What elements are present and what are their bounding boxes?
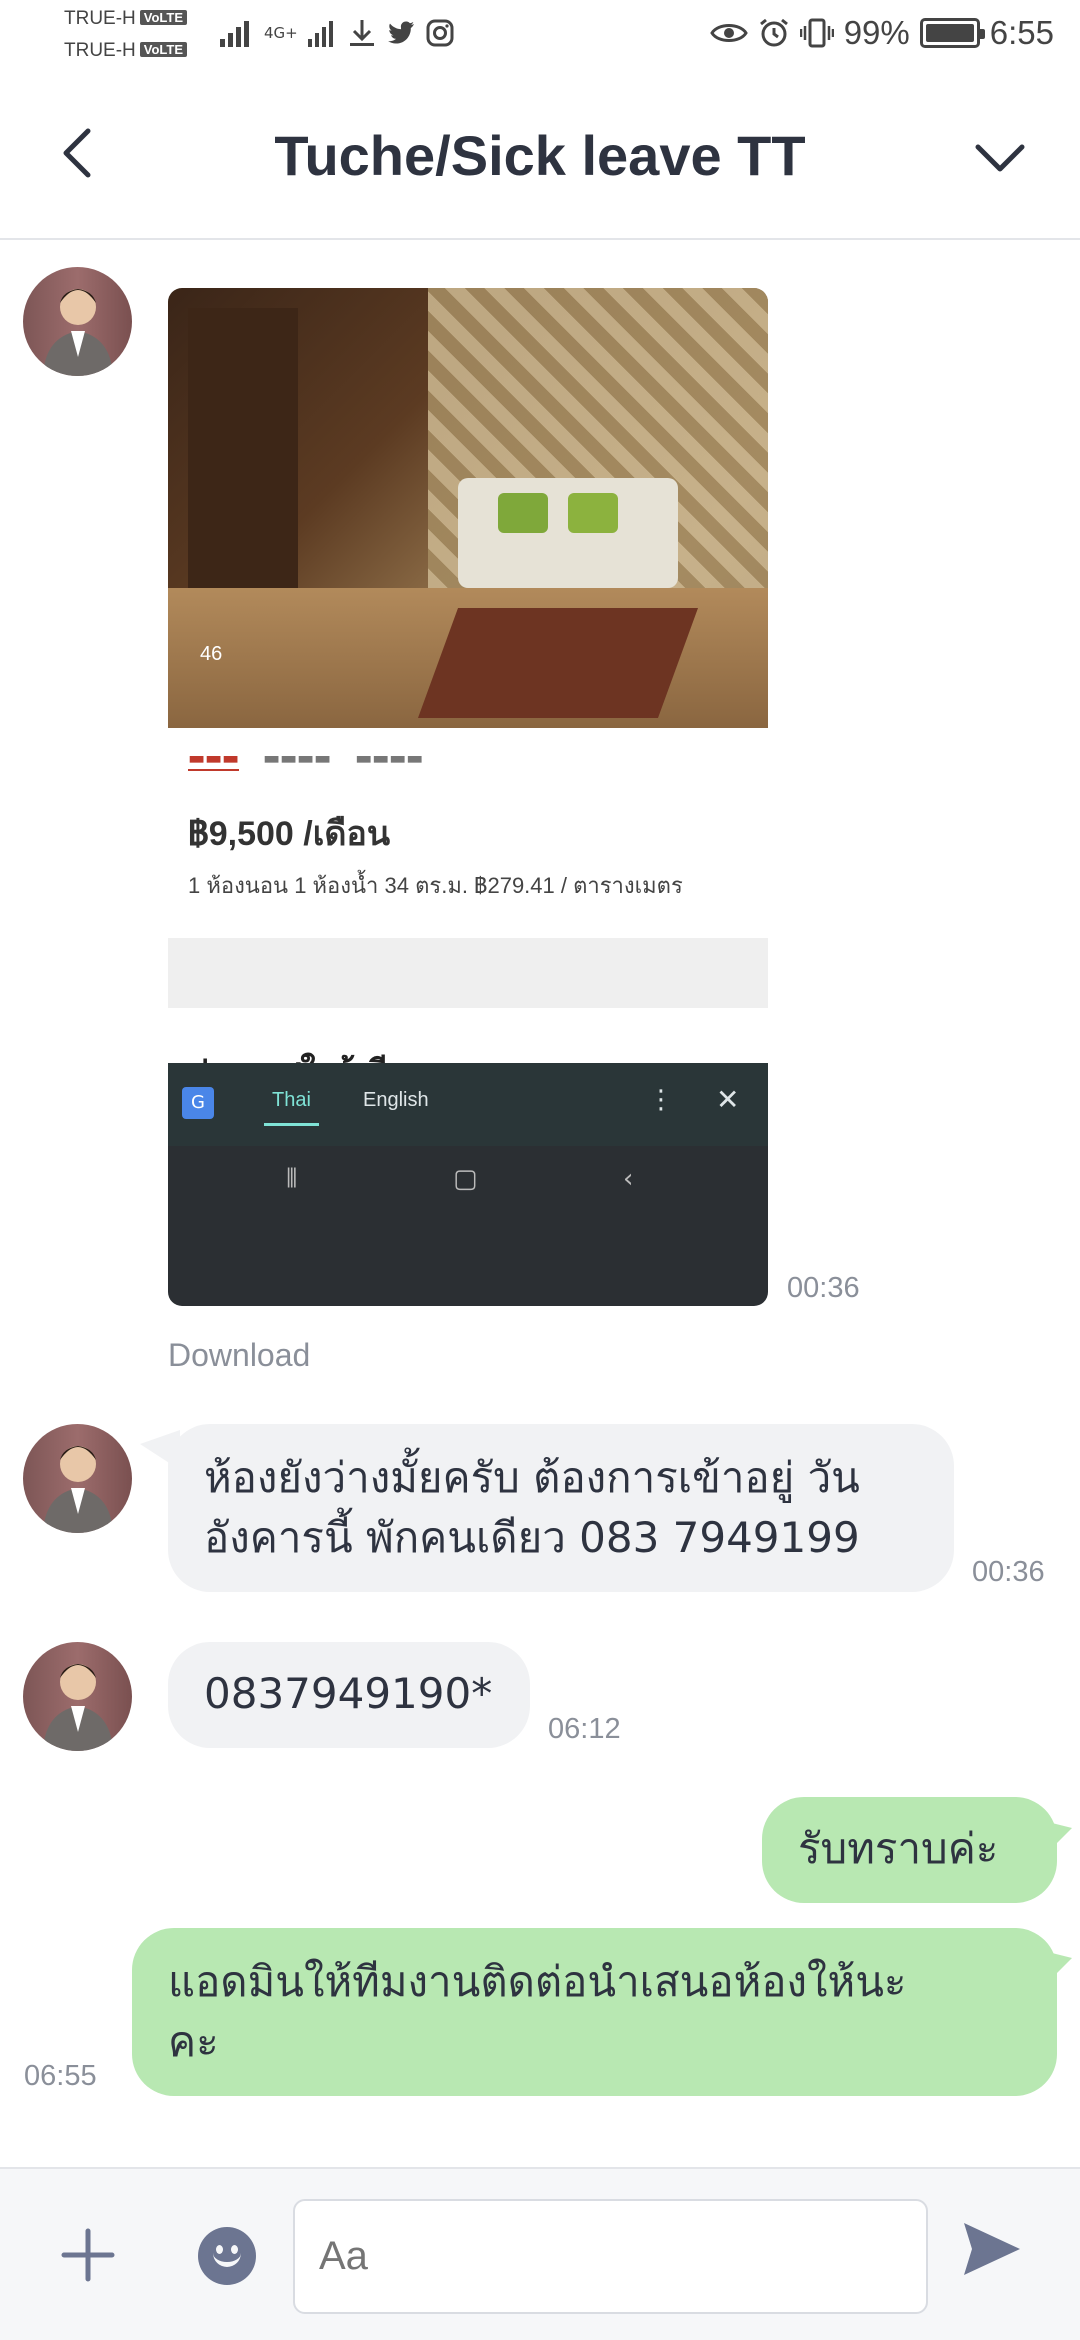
network-type: 4G+ — [264, 24, 298, 42]
message-text-line: แอดมินให้ทีมงานติดต่อนำเสนอห้องให้นะ — [168, 1957, 907, 2006]
message-text-line: ห้องยังว่างมั้ยครับ ต้องการเข้าอยู่ วัน — [204, 1453, 860, 1502]
carrier-1-label: TRUE-H — [64, 8, 136, 29]
volte-badge-2: VoLTE — [139, 42, 188, 57]
sender-avatar[interactable] — [23, 1642, 132, 1751]
back-icon: ‹ — [623, 1164, 634, 1194]
image-message[interactable]: 46 ▬▬▬ ▬▬▬▬ ▬▬▬▬ ฿9,500 /เดือน 1 ห้องนอน… — [168, 288, 768, 1306]
battery-fill — [925, 24, 974, 42]
listing-tab-active: ▬▬▬ — [188, 748, 240, 771]
message-input[interactable] — [293, 2199, 928, 2314]
photo-door — [188, 308, 298, 608]
sender-avatar[interactable] — [23, 267, 132, 376]
message-text-line: อังคารนี้ พักคนเดียว 083 7949199 — [204, 1513, 860, 1562]
translate-icon: G — [182, 1087, 214, 1119]
message-time: 00:36 — [972, 1556, 1045, 1588]
recents-icon: ⦀ — [286, 1164, 298, 1194]
more-icon: ⋮ — [648, 1085, 674, 1115]
message-text: รับทราบค่ะ — [798, 1824, 999, 1873]
eye-icon — [709, 24, 748, 42]
chat-header: Tuche/Sick leave TT — [0, 75, 1080, 240]
incoming-message-bubble[interactable]: 0837949190* — [168, 1642, 530, 1748]
volte-badge: VoLTE — [139, 10, 188, 25]
outgoing-message-bubble[interactable]: รับทราบค่ะ — [762, 1797, 1057, 1903]
attach-button[interactable] — [60, 2227, 116, 2283]
alarm-icon — [759, 18, 788, 47]
sender-avatar[interactable] — [23, 1424, 132, 1533]
photo-sofa — [458, 478, 678, 588]
chevron-down-icon — [975, 144, 1025, 172]
send-icon — [964, 2223, 1020, 2275]
signal-icon-2 — [307, 21, 333, 47]
plus-icon — [61, 2228, 115, 2282]
battery-percent: 99% — [843, 14, 910, 51]
message-composer — [0, 2167, 1080, 2340]
message-text-line: คะ — [168, 2017, 219, 2066]
listing-specs: 1 ห้องนอน 1 ห้องน้ำ 34 ตร.ม. ฿279.41 / ต… — [188, 873, 683, 898]
close-icon: ✕ — [716, 1083, 740, 1116]
signal-icon — [220, 21, 249, 47]
home-icon: ▢ — [453, 1164, 478, 1194]
chat-title[interactable]: Tuche/Sick leave TT — [0, 123, 1080, 188]
emoji-button[interactable] — [198, 2227, 256, 2285]
room-photo: 46 — [168, 288, 768, 728]
battery-icon — [919, 18, 985, 48]
carrier-2-label: TRUE-H — [64, 40, 136, 61]
photo-rug — [417, 608, 699, 718]
message-text: 0837949190* — [204, 1669, 493, 1718]
instagram-icon — [426, 19, 454, 47]
twitter-icon — [387, 21, 414, 44]
listing-placeholder — [168, 938, 768, 1008]
phone-nav-bar: ⦀ ▢ ‹ — [168, 1146, 768, 1306]
status-bar: TRUE-H VoLTE TRUE-H VoLTE 4G+ 99% 6:55 — [0, 0, 1080, 75]
message-time: 06:12 — [548, 1713, 621, 1745]
bubble-tail — [1040, 1950, 1072, 1990]
carrier-1: TRUE-H VoLTE — [64, 8, 188, 30]
photo-count: 46 — [200, 643, 223, 665]
message-time: 00:36 — [787, 1272, 860, 1304]
translate-bar: G Thai English ⋮ ✕ — [168, 1063, 768, 1146]
avatar-image — [43, 1446, 113, 1533]
chat-screen: TRUE-H VoLTE TRUE-H VoLTE 4G+ 99% 6:55 Tuc… — [0, 0, 1080, 2340]
carrier-2: TRUE-H VoLTE — [64, 40, 188, 62]
status-icons-right: 99% 6:55 — [709, 14, 1054, 52]
translate-lang-english: English — [363, 1089, 429, 1111]
bubble-tail — [1040, 1820, 1072, 1860]
menu-dropdown-button[interactable] — [970, 127, 1030, 187]
send-button[interactable] — [960, 2217, 1024, 2281]
smiley-icon — [213, 2251, 241, 2267]
status-icons-left: 4G+ — [220, 18, 454, 48]
message-time: 06:55 — [24, 2060, 97, 2092]
avatar-image — [43, 289, 113, 376]
listing-tabs: ▬▬▬ ▬▬▬▬ ▬▬▬▬ — [188, 748, 423, 771]
avatar-image — [43, 1664, 113, 1751]
vibrate-icon — [799, 18, 834, 48]
listing-tab: ▬▬▬▬ — [355, 748, 424, 769]
listing-price: ฿9,500 /เดือน — [188, 815, 391, 853]
listing-tab: ▬▬▬▬ — [263, 748, 332, 769]
translate-lang-thai: Thai — [264, 1089, 319, 1126]
incoming-message-bubble[interactable]: ห้องยังว่างมั้ยครับ ต้องการเข้าอยู่ วัน … — [168, 1424, 954, 1592]
download-link[interactable]: Download — [168, 1337, 310, 1374]
download-icon — [349, 20, 374, 46]
clock: 6:55 — [989, 14, 1054, 51]
outgoing-message-bubble[interactable]: แอดมินให้ทีมงานติดต่อนำเสนอห้องให้นะ คะ — [132, 1928, 1057, 2096]
